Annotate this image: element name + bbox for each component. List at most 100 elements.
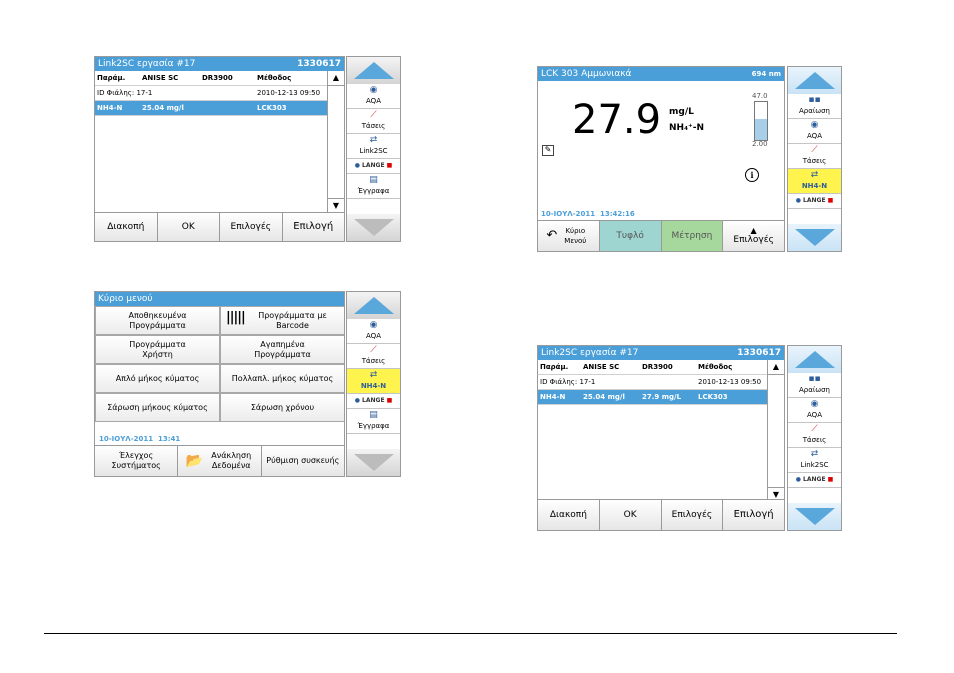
date: 10-ΙΟΥΛ-2011 <box>541 210 596 218</box>
main-menu-label: Κύριο Μενού <box>564 227 587 245</box>
table-row[interactable]: ID Φιάλης: 17-1 2010-12-13 09:50 <box>95 86 327 101</box>
sidebar-item-aqa[interactable]: ◉ AQA <box>347 84 400 109</box>
scroll-up-small-icon[interactable]: ▲ <box>328 71 344 86</box>
sidebar-scroll-up[interactable] <box>788 67 841 94</box>
sidebar-label: AQA <box>807 411 822 419</box>
result-unit: mg/L <box>669 107 694 117</box>
globe-icon: ◉ <box>810 399 819 409</box>
header-param: Παράμ. <box>540 363 569 371</box>
options-button[interactable]: Επιλογές <box>661 500 724 530</box>
table-header: Παράμ. ANISE SC DR3900 Μέθοδος <box>95 71 327 86</box>
sidebar-label: Αραίωση <box>799 107 830 115</box>
options-button[interactable]: ▲ Επιλογές <box>723 221 784 251</box>
sidebar-item-dilution[interactable]: ▪▪ Αραίωση <box>788 94 841 119</box>
cancel-button[interactable]: Διακοπή <box>538 500 600 530</box>
sidebar-item-aqa[interactable]: ◉ AQA <box>788 398 841 423</box>
cell: 2010-12-13 09:50 <box>257 89 321 97</box>
time: 13:41 <box>157 435 181 443</box>
favorite-programs-button[interactable]: Αγαπημένα Προγράμματα <box>220 335 344 364</box>
ok-button[interactable]: OK <box>157 213 220 241</box>
sidebar-item-trends[interactable]: ⟋ Τάσεις <box>788 423 841 448</box>
user-programs-button[interactable]: Προγράμματα Χρήστη <box>95 335 220 364</box>
select-button[interactable]: Επιλογή <box>282 213 344 241</box>
recall-data-label: Ανάκληση Δεδομένα <box>211 451 252 470</box>
cell: 2010-12-13 09:50 <box>698 378 762 386</box>
sidebar-scroll-down[interactable] <box>788 503 841 530</box>
sidebar-items: ▪▪ Αραίωση ◉ AQA ⟋ Τάσεις ⇄ Link2SC ● LANGE … <box>788 373 841 488</box>
sidebar-item-link2sc[interactable]: ⇄ Link2SC <box>347 134 400 159</box>
sidebar-item-documents[interactable]: ▤ Έγγραφα <box>347 174 400 199</box>
header-anise: ANISE SC <box>583 363 620 371</box>
sidebar-item-aqa[interactable]: ◉ AQA <box>788 119 841 144</box>
wavelength-scan-button[interactable]: Σάρωση μήκους κύματος <box>95 393 220 422</box>
system-check-button[interactable]: Έλεγχος Συστήματος <box>95 446 179 476</box>
sidebar-item-trends[interactable]: ⟋ Τάσεις <box>788 144 841 169</box>
sidebar-item-documents[interactable]: ▤ Έγγραφα <box>347 409 400 434</box>
saved-programs-button[interactable]: Αποθηκευμένα Προγράμματα <box>95 306 220 335</box>
table-row[interactable]: ID Φιάλης: 17-1 2010-12-13 09:50 <box>538 375 767 390</box>
screen-link2sc-job: Link2SC εργασία #17 1330617 Παράμ. ANISE… <box>94 56 404 242</box>
lange-text: LANGE <box>803 197 826 204</box>
test-title: LCK 303 Αμμωνιακά <box>541 69 632 79</box>
sidebar-label: Τάσεις <box>802 436 827 444</box>
scroll-up-small-icon[interactable]: ▲ <box>768 360 784 375</box>
table-header: Παράμ. ANISE SC DR3900 Μέθοδος <box>538 360 767 375</box>
sidebar-item-aqa[interactable]: ◉ AQA <box>347 319 400 344</box>
select-button[interactable]: Επιλογή <box>723 500 784 530</box>
time-scan-button[interactable]: Σάρωση χρόνου <box>220 393 344 422</box>
lange-logo: ● LANGE ■ <box>788 194 841 209</box>
sidebar-label: AQA <box>366 332 381 340</box>
cancel-button[interactable]: Διακοπή <box>95 213 158 241</box>
link-icon: ⇄ <box>369 370 378 380</box>
instrument-setup-button[interactable]: Ρύθμιση συσκευής <box>261 446 344 476</box>
window-title: Link2SC εργασία #17 <box>541 348 639 358</box>
timestamp: 10-ΙΟΥΛ-2011 13:41 <box>99 435 180 443</box>
table-row-selected[interactable]: NH4-N 25.04 mg/l LCK303 <box>95 101 327 116</box>
sidebar-item-trends[interactable]: ⟋ Τάσεις <box>347 109 400 134</box>
globe-icon: ◉ <box>369 85 378 95</box>
main-menu-button[interactable]: ↶ Κύριο Μενού <box>538 221 600 251</box>
info-icon[interactable]: i <box>745 168 759 182</box>
cell: 27.9 mg/L <box>642 393 682 401</box>
wavelength: 694 nm <box>751 70 781 78</box>
multi-wavelength-button[interactable]: Πολλαπλ. μήκος κύματος <box>220 364 344 393</box>
measure-button[interactable]: Μέτρηση <box>661 221 724 251</box>
blank-button[interactable]: Τυφλό <box>599 221 662 251</box>
sidebar-scroll-up[interactable] <box>788 346 841 373</box>
options-button[interactable]: Επιλογές <box>220 213 283 241</box>
sidebar-label: NH4-N <box>801 182 828 190</box>
arrow-up-icon <box>354 297 394 314</box>
time: 13:42:16 <box>599 210 635 218</box>
sidebar-item-nh4n[interactable]: ⇄ NH4-N <box>788 169 841 194</box>
sidebar-item-link2sc[interactable]: ⇄ Link2SC <box>788 448 841 473</box>
sidebar-label: Τάσεις <box>802 157 827 165</box>
triangle-up-icon: ▲ <box>750 226 757 235</box>
range-min: 2.00 <box>752 140 768 148</box>
sidebar-item-nh4n[interactable]: ⇄ NH4-N <box>347 369 400 394</box>
table-row-selected[interactable]: NH4-N 25.04 mg/l 27.9 mg/L LCK303 <box>538 390 767 405</box>
link-icon: ⇄ <box>369 135 378 145</box>
back-arrow-icon: ↶ <box>546 228 558 243</box>
sidebar-label: Έγγραφα <box>357 422 390 430</box>
sidebar-item-trends[interactable]: ⟋ Τάσεις <box>347 344 400 369</box>
sidebar-scroll-down[interactable] <box>788 224 841 251</box>
barcode-programs-button[interactable]: ||||| Προγράμματα με Barcode <box>220 306 344 335</box>
table-scrollbar[interactable]: ▲ ▼ <box>767 360 784 502</box>
sidebar-scroll-up[interactable] <box>347 292 400 319</box>
data-table: Παράμ. ANISE SC DR3900 Μέθοδος ID Φιάλης… <box>538 360 767 405</box>
result-value: 27.9 <box>572 97 662 143</box>
window-title: Link2SC εργασία #17 <box>98 59 196 69</box>
edit-icon[interactable]: ✎ <box>542 145 554 156</box>
button-bar: ↶ Κύριο Μενού Τυφλό Μέτρηση ▲ Επιλογές <box>538 220 784 251</box>
single-wavelength-button[interactable]: Απλό μήκος κύματος <box>95 364 220 393</box>
sidebar-item-dilution[interactable]: ▪▪ Αραίωση <box>788 373 841 398</box>
recall-data-button[interactable]: 📂 Ανάκληση Δεδομένα <box>178 446 262 476</box>
header-method: Μέθοδος <box>257 74 292 82</box>
sidebar-scroll-up[interactable] <box>347 57 400 84</box>
main-panel: LCK 303 Αμμωνιακά 694 nm 27.9 mg/L NH₄⁺-… <box>537 66 785 252</box>
sidebar-scroll-down[interactable] <box>347 449 400 476</box>
scroll-down-small-icon[interactable]: ▼ <box>328 198 344 213</box>
table-scrollbar[interactable]: ▲ ▼ <box>327 71 344 213</box>
sidebar-scroll-down[interactable] <box>347 214 400 241</box>
ok-button[interactable]: OK <box>599 500 662 530</box>
